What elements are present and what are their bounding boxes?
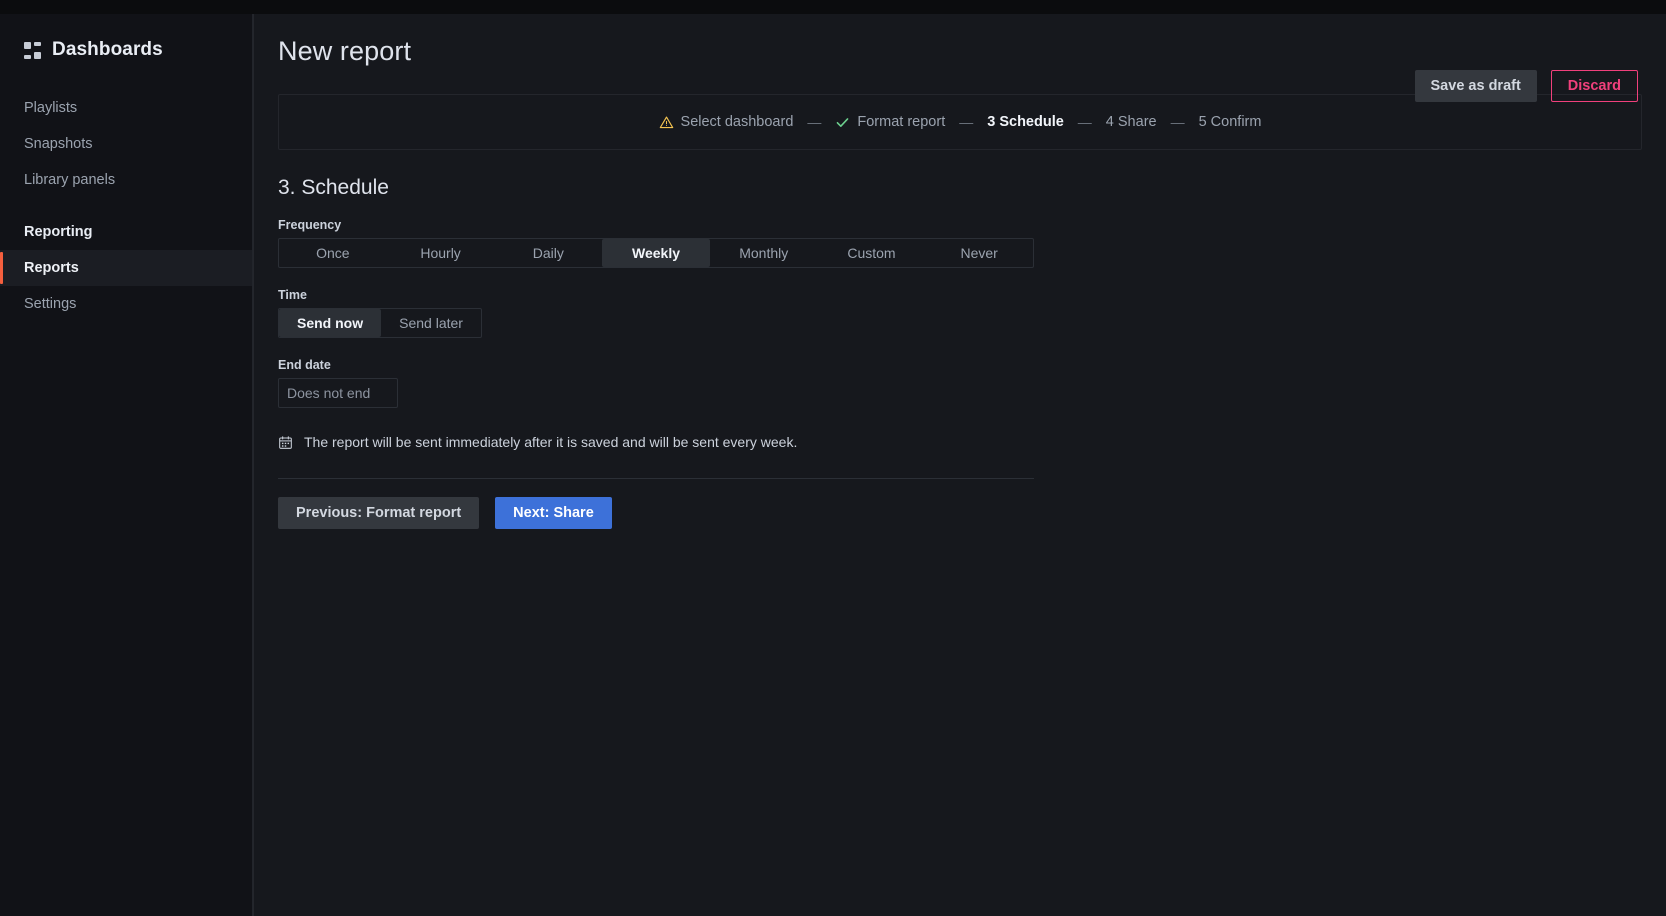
wizard-nav-buttons: Previous: Format report Next: Share <box>278 497 1034 529</box>
step-schedule: 3 Schedule <box>987 114 1064 130</box>
frequency-option-weekly[interactable]: Weekly <box>602 239 710 267</box>
time-field: Time Send now Send later <box>278 288 1034 338</box>
frequency-option-once[interactable]: Once <box>279 239 387 267</box>
sidebar-section-label: Reporting <box>24 224 92 240</box>
frequency-radio-group[interactable]: Once Hourly Daily Weekly Monthly Custom … <box>278 238 1034 268</box>
step-share[interactable]: 4 Share <box>1106 114 1157 130</box>
step-label: Select dashboard <box>681 114 794 130</box>
sidebar-item-label: Snapshots <box>24 136 93 152</box>
step-label: Format report <box>857 114 945 130</box>
step-separator: — <box>1157 114 1199 130</box>
frequency-option-monthly[interactable]: Monthly <box>710 239 818 267</box>
check-icon <box>835 115 850 130</box>
step-format-report[interactable]: Format report <box>835 114 945 130</box>
sidebar-item-label: Library panels <box>24 172 115 188</box>
frequency-label: Frequency <box>278 218 1034 232</box>
sidebar: Dashboards Playlists Snapshots Library p… <box>0 0 253 916</box>
sidebar-item-label: Settings <box>24 296 76 312</box>
section-title-schedule: 3. Schedule <box>278 176 1034 200</box>
step-separator: — <box>945 114 987 130</box>
frequency-field: Frequency Once Hourly Daily Weekly Month… <box>278 218 1034 268</box>
discard-button[interactable]: Discard <box>1551 70 1638 102</box>
step-confirm[interactable]: 5 Confirm <box>1199 114 1262 130</box>
step-label: 4 Share <box>1106 114 1157 130</box>
dashboards-grid-icon <box>24 42 41 59</box>
main-content: New report Save as draft Discard Select … <box>253 0 1666 916</box>
save-as-draft-button[interactable]: Save as draft <box>1415 70 1537 102</box>
wizard-steps: Select dashboard — Format report — 3 Sch… <box>659 114 1262 130</box>
sidebar-section-reporting: Reporting <box>0 214 252 250</box>
time-label: Time <box>278 288 1034 302</box>
top-strip <box>0 0 1666 14</box>
schedule-info-text: The report will be sent immediately afte… <box>304 434 797 450</box>
step-select-dashboard[interactable]: Select dashboard <box>659 114 794 130</box>
wizard-steps-bar: Select dashboard — Format report — 3 Sch… <box>278 94 1642 150</box>
end-date-label: End date <box>278 358 1034 372</box>
sidebar-item-playlists[interactable]: Playlists <box>0 90 252 126</box>
step-separator: — <box>793 114 835 130</box>
step-separator: — <box>1064 114 1106 130</box>
app-window: Dashboards Playlists Snapshots Library p… <box>0 0 1666 916</box>
frequency-option-custom[interactable]: Custom <box>818 239 926 267</box>
time-radio-group[interactable]: Send now Send later <box>278 308 482 338</box>
header-actions: Save as draft Discard <box>1415 70 1638 102</box>
calendar-icon <box>278 435 293 450</box>
sidebar-item-label: Playlists <box>24 100 77 116</box>
sidebar-item-settings[interactable]: Settings <box>0 286 252 322</box>
sidebar-item-label: Reports <box>24 260 79 276</box>
frequency-option-never[interactable]: Never <box>925 239 1033 267</box>
form-divider <box>278 478 1034 479</box>
sidebar-brand-label: Dashboards <box>52 39 163 61</box>
previous-format-report-button[interactable]: Previous: Format report <box>278 497 479 529</box>
frequency-option-daily[interactable]: Daily <box>494 239 602 267</box>
sidebar-brand[interactable]: Dashboards <box>0 36 252 64</box>
schedule-form: 3. Schedule Frequency Once Hourly Daily … <box>278 176 1034 529</box>
warning-triangle-icon <box>659 115 674 130</box>
sidebar-item-snapshots[interactable]: Snapshots <box>0 126 252 162</box>
step-label: 3 Schedule <box>987 114 1064 130</box>
end-date-field: End date <box>278 358 1034 408</box>
sidebar-item-reports[interactable]: Reports <box>0 250 252 286</box>
next-share-button[interactable]: Next: Share <box>495 497 612 529</box>
schedule-info: The report will be sent immediately afte… <box>278 434 1034 450</box>
time-option-send-later[interactable]: Send later <box>381 309 481 337</box>
sidebar-item-library-panels[interactable]: Library panels <box>0 162 252 198</box>
frequency-option-hourly[interactable]: Hourly <box>387 239 495 267</box>
time-option-send-now[interactable]: Send now <box>279 309 381 337</box>
step-label: 5 Confirm <box>1199 114 1262 130</box>
end-date-input[interactable] <box>278 378 398 408</box>
